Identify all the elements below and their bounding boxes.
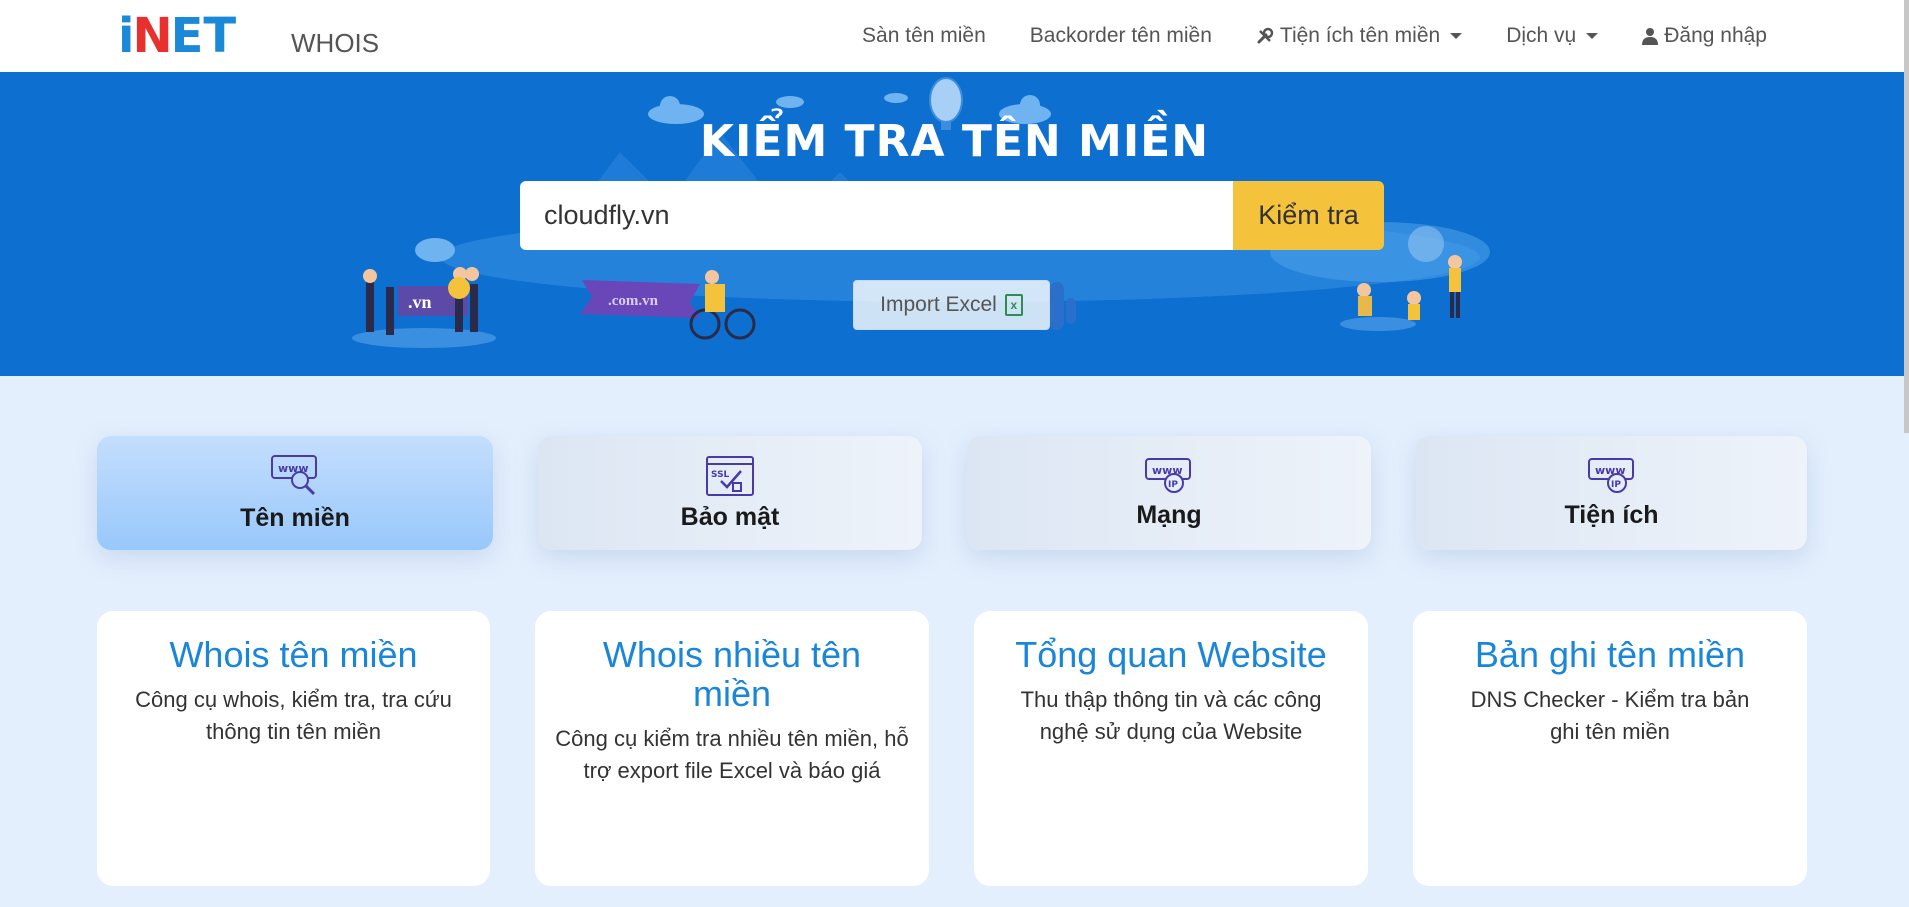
- card-description: Công cụ whois, kiểm tra, tra cứu thông t…: [135, 687, 452, 744]
- import-excel-label: Import Excel: [880, 293, 997, 316]
- card-title: Whois tên miền: [169, 634, 418, 675]
- chevron-down-icon: [1450, 33, 1463, 39]
- nav-item-services[interactable]: Dịch vụ: [1484, 24, 1620, 48]
- svg-text:IP: IP: [1611, 480, 1621, 490]
- svg-text:.vn: .vn: [408, 292, 432, 312]
- card-whois-domain[interactable]: Whois tên miền Công cụ whois, kiểm tra, …: [97, 611, 490, 886]
- tools-icon: [1257, 27, 1274, 44]
- www-ip-icon: www IP: [1587, 457, 1634, 493]
- tab-security[interactable]: SSL Bảo mật: [538, 436, 922, 550]
- svg-text:IP: IP: [1168, 480, 1178, 490]
- excel-file-icon: x: [1004, 294, 1023, 316]
- svg-text:SSL: SSL: [711, 470, 730, 480]
- whois-product-label: WHOIS: [291, 28, 380, 58]
- nav-label: Đăng nhập: [1664, 24, 1767, 47]
- nav-label: Sàn tên miền: [862, 24, 986, 47]
- nav-label: Tiện ích tên miền: [1279, 24, 1441, 47]
- card-description: Công cụ kiểm tra nhiều tên miền, hỗ trợ …: [555, 726, 909, 783]
- nav-label: Dịch vụ: [1506, 24, 1577, 47]
- nav-item-domain-tools[interactable]: Tiện ích tên miền: [1234, 24, 1484, 48]
- chevron-down-icon: [1586, 33, 1599, 39]
- domain-search-input[interactable]: cloudfly.vn: [520, 181, 1233, 250]
- top-navbar: i N ET WHOIS Sàn tên miền Backorder tên …: [0, 0, 1909, 72]
- card-whois-multiple-domains[interactable]: Whois nhiều tên miền Công cụ kiểm tra nh…: [535, 611, 929, 886]
- card-title: Tổng quan Website: [1015, 634, 1327, 675]
- ssl-icon: SSL: [706, 455, 754, 496]
- inet-logo[interactable]: i N ET: [118, 8, 236, 64]
- tab-network[interactable]: www IP Mạng: [967, 436, 1371, 550]
- svg-text:.com.vn: .com.vn: [608, 293, 659, 309]
- nav-label: Backorder tên miền: [1029, 24, 1212, 47]
- nav-menu: Sàn tên miền Backorder tên miền Tiện ích…: [840, 0, 1789, 72]
- tab-label: Tên miền: [240, 503, 350, 532]
- www-search-icon: www: [271, 454, 317, 495]
- check-domain-button[interactable]: Kiểm tra: [1233, 181, 1384, 250]
- nav-item-login[interactable]: Đăng nhập: [1620, 24, 1789, 48]
- user-icon: [1642, 28, 1659, 45]
- tab-label: Bảo mật: [680, 502, 780, 531]
- hero-title: KIỂM TRA TÊN MIỀN: [699, 116, 1210, 167]
- card-title: Bản ghi tên miền: [1474, 634, 1746, 675]
- card-description: DNS Checker - Kiểm tra bản ghi tên miền: [1470, 687, 1750, 744]
- tab-utilities[interactable]: www IP Tiện ích: [1416, 436, 1807, 550]
- nav-item-domain-marketplace[interactable]: Sàn tên miền: [840, 24, 1008, 48]
- card-title: Whois nhiều tên miền: [602, 634, 862, 714]
- logo-letter-n: N: [132, 8, 172, 64]
- nav-item-backorder[interactable]: Backorder tên miền: [1008, 24, 1234, 48]
- card-dns-records[interactable]: Bản ghi tên miền DNS Checker - Kiểm tra …: [1413, 611, 1807, 886]
- www-ip-icon: www IP: [1145, 457, 1191, 493]
- import-excel-button[interactable]: Import Excel x: [853, 280, 1050, 330]
- card-website-overview[interactable]: Tổng quan Website Thu thập thông tin và …: [974, 611, 1368, 886]
- hero-banner: .vn .com.vn KIỂM TRA TÊN MIỀN cloudfly.v…: [0, 72, 1909, 376]
- tab-label: Mạng: [1136, 500, 1202, 529]
- page-scrollbar[interactable]: [1904, 0, 1909, 433]
- logo-letters-et: ET: [170, 8, 237, 64]
- card-description: Thu thập thông tin và các công nghệ sử d…: [1020, 687, 1322, 744]
- domain-search-form: cloudfly.vn Kiểm tra: [520, 181, 1384, 250]
- logo-letter-i: i: [118, 8, 135, 64]
- tab-label: Tiện ích: [1564, 500, 1659, 529]
- tab-domain[interactable]: www Tên miền: [97, 436, 493, 550]
